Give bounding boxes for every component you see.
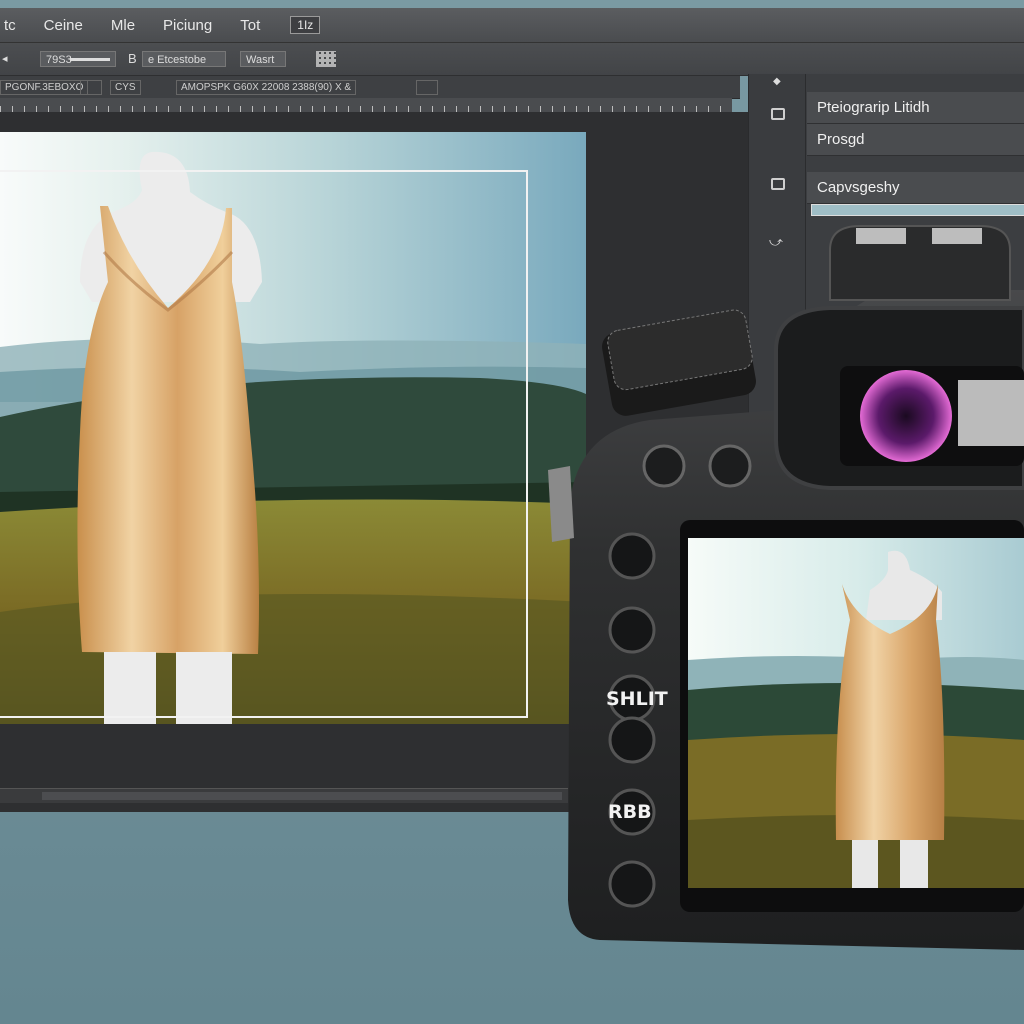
style-field-value: e Etcestobe bbox=[148, 54, 207, 66]
camera-play-button[interactable] bbox=[608, 606, 656, 654]
panel-progress-bar[interactable] bbox=[811, 204, 1024, 216]
menu-item-3[interactable]: Mle bbox=[97, 17, 149, 34]
doc-tab-close-icon-2[interactable] bbox=[416, 80, 438, 95]
grid-icon[interactable] bbox=[316, 51, 336, 67]
camera-info-button[interactable] bbox=[608, 716, 656, 764]
panel-row-capvsgeshy-label: Capvsgeshy bbox=[817, 179, 900, 196]
camera-record-button[interactable] bbox=[708, 444, 752, 488]
photo-canvas[interactable] bbox=[0, 132, 586, 724]
mode-field-value: Wasrt bbox=[246, 54, 275, 66]
panel-row-capvsgeshy[interactable]: Capvsgeshy bbox=[807, 172, 1024, 204]
panel-collapse-icon[interactable]: ◆ bbox=[773, 76, 781, 87]
selection-marquee[interactable] bbox=[0, 170, 528, 718]
camera-lcd-screen[interactable] bbox=[688, 538, 1024, 888]
document-tab-bar: PGONF.3EBOXO CYS AMOPSPK G60X 22008 2388… bbox=[0, 76, 740, 99]
menu-item-2[interactable]: Ceine bbox=[30, 17, 97, 34]
panel-row-prosgd-label: Prosgd bbox=[817, 131, 865, 148]
camera-af-button[interactable] bbox=[642, 444, 686, 488]
horizontal-ruler bbox=[0, 98, 732, 113]
camera-shift-label: SHLIT bbox=[606, 688, 668, 710]
menu-item-5[interactable]: Tot bbox=[226, 17, 274, 34]
panel-title: Pteiograrip Litidh bbox=[807, 92, 1024, 124]
menu-item-1[interactable]: tc bbox=[0, 17, 30, 34]
scrollbar-thumb[interactable] bbox=[42, 792, 562, 800]
size-slider[interactable] bbox=[70, 58, 110, 61]
bold-toggle[interactable]: B bbox=[128, 51, 137, 66]
menu-bar: tc Ceine Mle Piciung Tot 1Iz bbox=[0, 8, 1024, 43]
camera-menu-button[interactable] bbox=[608, 532, 656, 580]
panel-row-prosgd[interactable]: Prosgd bbox=[807, 124, 1024, 156]
mode-field[interactable]: Wasrt bbox=[240, 51, 286, 67]
menu-badge[interactable]: 1Iz bbox=[290, 16, 321, 34]
horizontal-scrollbar[interactable] bbox=[0, 788, 568, 803]
adjustments-icon[interactable] bbox=[771, 178, 785, 190]
camera-face-button[interactable] bbox=[608, 860, 656, 908]
style-field[interactable]: e Etcestobe bbox=[142, 51, 226, 67]
dslr-camera: SHLIT RBB bbox=[548, 225, 1024, 950]
menu-item-4[interactable]: Piciung bbox=[149, 17, 226, 34]
options-bar: ◂ 79S3 B e Etcestobe Wasrt bbox=[0, 43, 1024, 76]
layers-icon[interactable] bbox=[771, 108, 785, 120]
panel-title-text: Pteiograrip Litidh bbox=[817, 99, 930, 116]
doc-tab-close-icon[interactable] bbox=[80, 80, 102, 95]
options-arrow-icon[interactable]: ◂ bbox=[2, 52, 8, 65]
doc-tab-3[interactable]: AMOPSPK G60X 22008 2388(90) X & bbox=[176, 80, 357, 95]
camera-rbb-label: RBB bbox=[608, 801, 652, 823]
doc-tab-1[interactable]: PGONF.3EBOXO bbox=[0, 80, 89, 95]
doc-tab-2[interactable]: CYS bbox=[110, 80, 141, 95]
size-field-value: 79S3 bbox=[46, 54, 72, 66]
